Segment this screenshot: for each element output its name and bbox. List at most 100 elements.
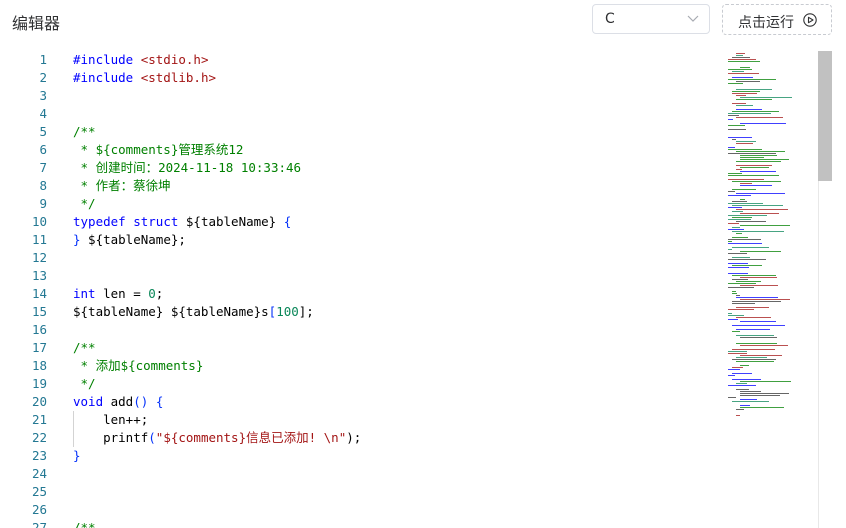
line-number: 14 [31,286,47,301]
minimap-line [732,293,737,294]
minimap-line [728,253,747,254]
minimap-line [736,209,788,210]
play-circle-icon [803,13,817,27]
line-number: 18 [31,358,47,373]
minimap-line [732,91,760,92]
minimap-line [728,113,771,114]
minimap-line [740,285,778,286]
minimap-line [732,139,736,140]
minimap-line [728,69,752,70]
minimap-line [732,217,752,218]
minimap-line [732,201,747,202]
minimap-line [736,361,774,362]
minimap-line [732,279,748,280]
code-line: void add() { [73,394,164,409]
minimap-line [740,199,745,200]
minimap-line [728,351,747,352]
run-button-label: 点击运行 [738,15,794,31]
minimap-line [736,233,742,234]
minimap-line [740,365,749,366]
minimap-line [728,283,756,284]
code-area[interactable]: #include <stdio.h> #include <stdlib.h> /… [73,51,713,528]
minimap-line [736,281,761,282]
minimap-line [732,349,775,350]
minimap-line [732,257,750,258]
minimap-line [728,147,735,148]
minimap-line [740,391,761,392]
minimap-line [740,321,776,322]
minimap-line [736,297,778,298]
minimap-line [736,409,744,410]
minimap-line [728,313,732,314]
code-line: /** [73,520,96,528]
minimap-line [732,373,752,374]
line-number: 27 [31,520,47,528]
minimap-line [728,73,759,74]
line-number: 16 [31,322,47,337]
minimap-line [728,119,733,120]
line-number: 5 [39,124,47,139]
line-number-gutter: 1 2 3 4 5 6 7 8 9 10 11 12 13 14 15 16 17 18 19 20 21 22 23 24 2… [0,51,56,528]
minimap-line [736,307,769,308]
code-line: ${tableName} ${tableName}s[100]; [73,304,314,319]
minimap-line [736,169,742,170]
language-select[interactable]: C [592,4,710,34]
line-number: 22 [31,430,47,445]
line-number: 21 [31,412,47,427]
minimap-line [728,223,739,224]
scrollbar-thumb[interactable] [818,51,832,181]
minimap-line [732,247,769,248]
minimap-line [736,143,753,144]
minimap-line [728,129,746,130]
minimap-line [736,221,766,222]
minimap-line [728,179,764,180]
code-minimap[interactable] [724,51,818,528]
line-number: 23 [31,448,47,463]
minimap-line [736,95,746,96]
code-editor[interactable]: 1 2 3 4 5 6 7 8 9 10 11 12 13 14 15 16 17 18 19 20 21 22 23 24 2… [0,51,846,528]
minimap-line [728,385,756,386]
chevron-down-icon [687,15,699,22]
minimap-line [736,117,783,118]
minimap-line [740,155,777,156]
minimap-line [728,397,736,398]
minimap-line [736,415,740,416]
code-line: * ${comments}管理系统12 [73,142,244,157]
minimap-line [732,103,746,104]
minimap-line [736,141,756,142]
minimap-line [736,343,777,344]
run-button[interactable]: 点击运行 [722,4,832,35]
minimap-line [728,273,748,274]
minimap-line [732,205,783,206]
minimap-line [740,381,791,382]
code-line: * 添加${comments} [73,358,204,373]
line-number: 17 [31,340,47,355]
minimap-line [736,357,767,358]
minimap-line [732,237,748,238]
minimap-line [732,181,781,182]
minimap-line [728,175,779,176]
line-number: 9 [39,196,47,211]
line-number: 10 [31,214,47,229]
minimap-line [728,219,751,220]
minimap-line [732,401,769,402]
code-line: */ [73,196,96,211]
minimap-line [736,295,740,296]
minimap-line [740,123,786,124]
line-number: 24 [31,466,47,481]
minimap-line [728,319,738,320]
minimap-line [728,61,760,62]
line-number: 26 [31,502,47,517]
minimap-line [736,105,753,106]
minimap-line [740,355,782,356]
minimap-line [732,231,784,232]
minimap-line [732,367,743,368]
minimap-line [728,173,742,174]
minimap-line [736,151,785,152]
minimap-line [736,99,772,100]
minimap-line [732,57,750,58]
minimap-line [740,337,777,338]
code-line: len++; [73,412,149,427]
minimap-line [740,213,779,214]
